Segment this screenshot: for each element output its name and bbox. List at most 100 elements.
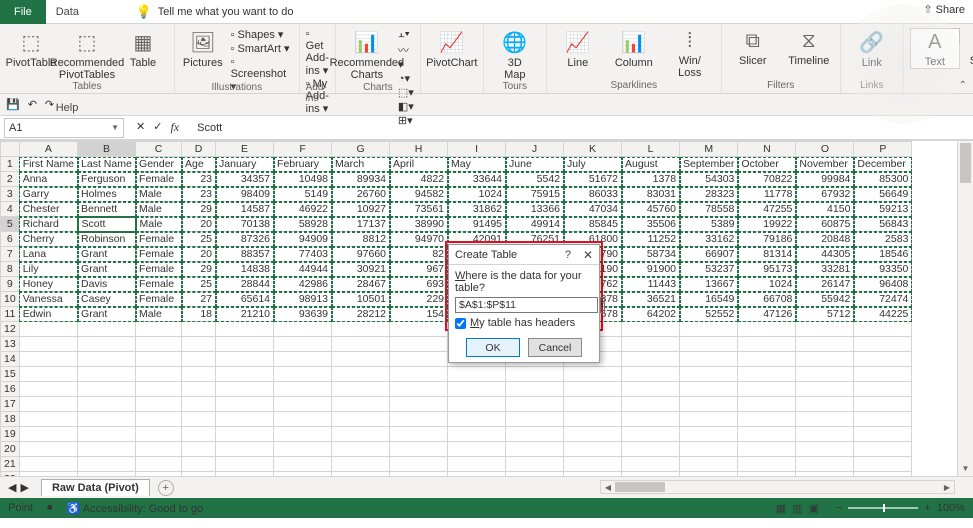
cell-C15[interactable]: [136, 367, 182, 382]
cell-O7[interactable]: 44305: [796, 247, 854, 262]
table-button[interactable]: ▦Table: [118, 28, 168, 69]
sheet-nav[interactable]: ◀▶: [0, 481, 37, 494]
zoom-control[interactable]: − + 100%: [836, 502, 965, 514]
shapes-button[interactable]: ▫ Shapes ▾: [231, 28, 293, 41]
cell-E11[interactable]: 21210: [216, 307, 274, 322]
cell-E8[interactable]: 14838: [216, 262, 274, 277]
cell-C14[interactable]: [136, 352, 182, 367]
tab-data[interactable]: Data: [46, 0, 128, 24]
cell-O21[interactable]: [796, 457, 854, 472]
cell-G2[interactable]: 89934: [332, 172, 390, 187]
row-header-2[interactable]: 2: [1, 172, 20, 187]
cell-B11[interactable]: Grant: [78, 307, 136, 322]
cell-C12[interactable]: [136, 322, 182, 337]
cell-D10[interactable]: 27: [182, 292, 216, 307]
zoom-slider[interactable]: [848, 507, 918, 509]
cell-P6[interactable]: 2583: [854, 232, 912, 247]
row-header-1[interactable]: 1: [1, 157, 20, 172]
cell-D15[interactable]: [182, 367, 216, 382]
cell-C4[interactable]: Male: [136, 202, 182, 217]
cell-O12[interactable]: [796, 322, 854, 337]
cell-O4[interactable]: 4150: [796, 202, 854, 217]
cell-J3[interactable]: 75915: [506, 187, 564, 202]
cell-D8[interactable]: 29: [182, 262, 216, 277]
cell-H9[interactable]: 693: [390, 277, 448, 292]
cell-C5[interactable]: Male: [136, 217, 182, 232]
line-button[interactable]: 📈Line: [553, 28, 603, 69]
cell-P7[interactable]: 18546: [854, 247, 912, 262]
cell-C7[interactable]: Female: [136, 247, 182, 262]
cell-A1[interactable]: First Name: [19, 157, 77, 172]
cell-D7[interactable]: 20: [182, 247, 216, 262]
cell-A17[interactable]: [19, 397, 77, 412]
cell-L17[interactable]: [622, 397, 680, 412]
cell-F9[interactable]: 42986: [274, 277, 332, 292]
cell-O14[interactable]: [796, 352, 854, 367]
pivotchart-button[interactable]: 📈PivotChart: [427, 28, 477, 69]
cell-C6[interactable]: Female: [136, 232, 182, 247]
cell-C19[interactable]: [136, 427, 182, 442]
cell-C2[interactable]: Female: [136, 172, 182, 187]
cell-K4[interactable]: 47034: [564, 202, 622, 217]
help-icon[interactable]: ?: [565, 249, 571, 261]
col-header-C[interactable]: C: [136, 142, 182, 157]
row-header-4[interactable]: 4: [1, 202, 20, 217]
cell-B8[interactable]: Grant: [78, 262, 136, 277]
row-header-12[interactable]: 12: [1, 322, 20, 337]
cell-N12[interactable]: [738, 322, 796, 337]
cell-P17[interactable]: [854, 397, 912, 412]
row-header-8[interactable]: 8: [1, 262, 20, 277]
cell-G11[interactable]: 28212: [332, 307, 390, 322]
cell-M14[interactable]: [680, 352, 738, 367]
cell-H8[interactable]: 967: [390, 262, 448, 277]
chart-type-icon[interactable]: ⫠▾: [398, 28, 414, 41]
cell-N15[interactable]: [738, 367, 796, 382]
cell-D13[interactable]: [182, 337, 216, 352]
cell-D14[interactable]: [182, 352, 216, 367]
col-header-H[interactable]: H: [390, 142, 448, 157]
cell-J17[interactable]: [506, 397, 564, 412]
cell-F11[interactable]: 93639: [274, 307, 332, 322]
cell-C20[interactable]: [136, 442, 182, 457]
cell-C3[interactable]: Male: [136, 187, 182, 202]
cell-F21[interactable]: [274, 457, 332, 472]
cell-F4[interactable]: 46922: [274, 202, 332, 217]
cell-A13[interactable]: [19, 337, 77, 352]
cell-I16[interactable]: [448, 382, 506, 397]
cell-O1[interactable]: November: [796, 157, 854, 172]
get-add-ins-button[interactable]: ▫ Get Add-ins ▾: [306, 28, 329, 77]
cell-A2[interactable]: Anna: [19, 172, 77, 187]
cell-E6[interactable]: 87326: [216, 232, 274, 247]
cell-E10[interactable]: 65614: [216, 292, 274, 307]
cell-C1[interactable]: Gender: [136, 157, 182, 172]
cell-N21[interactable]: [738, 457, 796, 472]
cell-H5[interactable]: 38990: [390, 217, 448, 232]
range-picker-icon[interactable]: ⭱: [600, 297, 605, 313]
symbols-button[interactable]: ΩSymbols: [966, 28, 973, 67]
col-header-F[interactable]: F: [274, 142, 332, 157]
cell-O19[interactable]: [796, 427, 854, 442]
cell-P3[interactable]: 56649: [854, 187, 912, 202]
cell-P5[interactable]: 56843: [854, 217, 912, 232]
cell-B12[interactable]: [78, 322, 136, 337]
cell-O20[interactable]: [796, 442, 854, 457]
cell-O6[interactable]: 20848: [796, 232, 854, 247]
cell-H20[interactable]: [390, 442, 448, 457]
column-button[interactable]: 📊Column: [609, 28, 659, 69]
cell-D5[interactable]: 20: [182, 217, 216, 232]
cell-B1[interactable]: Last Name: [78, 157, 136, 172]
macro-record-icon[interactable]: ⏺: [47, 502, 53, 515]
cell-F12[interactable]: [274, 322, 332, 337]
cell-D19[interactable]: [182, 427, 216, 442]
cell-L6[interactable]: 11252: [622, 232, 680, 247]
cell-C9[interactable]: Female: [136, 277, 182, 292]
cell-L15[interactable]: [622, 367, 680, 382]
cell-F16[interactable]: [274, 382, 332, 397]
cell-I17[interactable]: [448, 397, 506, 412]
col-header-J[interactable]: J: [506, 142, 564, 157]
range-input[interactable]: [455, 297, 598, 313]
row-header-21[interactable]: 21: [1, 457, 20, 472]
cell-E9[interactable]: 28844: [216, 277, 274, 292]
cell-A20[interactable]: [19, 442, 77, 457]
cell-C10[interactable]: Female: [136, 292, 182, 307]
